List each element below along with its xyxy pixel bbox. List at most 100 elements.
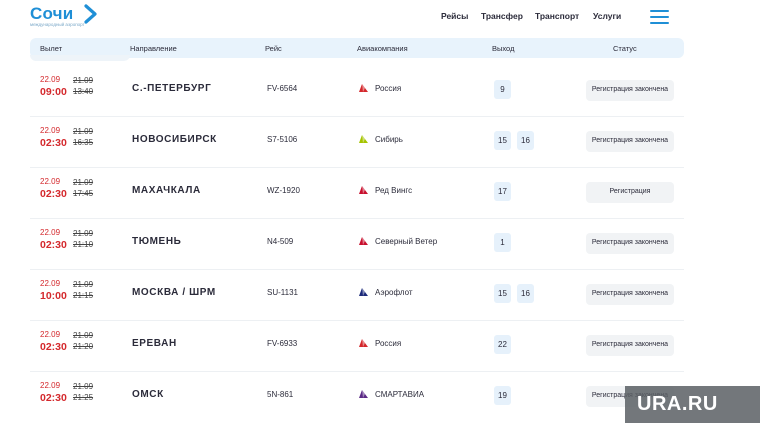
destination[interactable]: НОВОСИБИРСК: [132, 134, 217, 145]
nav-flights-link[interactable]: Рейсы: [441, 11, 468, 21]
old-departure-date: 21.09: [73, 178, 94, 187]
gate-badge[interactable]: 9: [494, 80, 511, 99]
flight-number[interactable]: WZ-1920: [267, 186, 300, 195]
new-departure-time: 02:30: [40, 137, 67, 149]
gate-badge[interactable]: 16: [517, 284, 534, 303]
old-departure-time: 21:10: [73, 240, 94, 249]
table-row[interactable]: 22.09 02:30 21.09 21:20 ЕРЕВАН FV-6933 Р…: [30, 321, 684, 372]
airline-name: Ред Вингс: [375, 186, 413, 195]
table-row[interactable]: 22.09 10:00 21.09 21:15 МОСКВА / ШРМ SU-…: [30, 270, 684, 321]
new-departure-date: 22.09: [40, 75, 61, 84]
column-header-departure: Вылет: [40, 44, 63, 53]
airline-logo-icon: [359, 288, 368, 296]
status-badge: Регистрация закончена: [586, 233, 674, 254]
nav-transport-link[interactable]: Транспорт: [535, 11, 579, 21]
table-row[interactable]: 22.09 02:30 21.09 17:45 МАХАЧКАЛА WZ-192…: [30, 168, 684, 219]
airline-name: Сибирь: [375, 135, 403, 144]
airline-logo-icon: [359, 135, 368, 143]
new-departure-time: 02:30: [40, 239, 67, 251]
new-departure-time: 02:30: [40, 392, 67, 404]
gate-badge[interactable]: 19: [494, 386, 511, 405]
gate-badge[interactable]: 16: [517, 131, 534, 150]
old-departure-time: 21:25: [73, 393, 94, 402]
header-tab-edge: [30, 55, 130, 61]
gate-badge[interactable]: 1: [494, 233, 511, 252]
destination[interactable]: ТЮМЕНЬ: [132, 236, 181, 247]
gate-badge[interactable]: 17: [494, 182, 511, 201]
airline: Аэрофлот: [358, 287, 413, 297]
airline: Сибирь: [358, 134, 403, 144]
old-departure-time: 21:20: [73, 342, 94, 351]
new-departure-date: 22.09: [40, 177, 61, 186]
logo-text: Сочи: [30, 4, 74, 23]
hamburger-menu-icon[interactable]: [650, 10, 669, 24]
airline-name: Россия: [375, 339, 402, 348]
table-row[interactable]: 22.09 02:30 21.09 21:10 ТЮМЕНЬ N4-509 Се…: [30, 219, 684, 270]
status-badge: Регистрация закончена: [586, 131, 674, 152]
old-departure-time: 17:45: [73, 189, 94, 198]
new-departure-date: 22.09: [40, 126, 61, 135]
airline-name: Северный Ветер: [375, 237, 438, 246]
airline: Россия: [358, 338, 401, 348]
status-badge: Регистрация закончена: [586, 335, 674, 356]
table-row[interactable]: 22.09 02:30 21.09 21:25 ОМСК 5N-861 СМАР…: [30, 372, 684, 423]
watermark-text: URA.RU: [637, 393, 718, 415]
airline: Северный Ветер: [358, 236, 437, 246]
logo-subtitle: международный аэропорт: [30, 22, 85, 27]
airline-name: Россия: [375, 84, 402, 93]
new-departure-date: 22.09: [40, 330, 61, 339]
flight-number[interactable]: N4-509: [267, 237, 293, 246]
old-departure-time: 16:35: [73, 138, 94, 147]
status-badge: Регистрация: [586, 182, 674, 203]
logo-arrow-icon: [84, 4, 97, 24]
airline-logo-icon: [359, 339, 368, 347]
new-departure-date: 22.09: [40, 228, 61, 237]
old-departure-date: 21.09: [73, 331, 94, 340]
new-departure-time: 09:00: [40, 86, 67, 98]
new-departure-date: 22.09: [40, 279, 61, 288]
column-header-flight: Рейс: [265, 44, 282, 53]
airline: СМАРТАВИА: [358, 389, 424, 399]
sochi-airport-logo[interactable]: Сочи международный аэропорт: [30, 3, 110, 35]
ura-ru-watermark: URA.RU: [625, 386, 760, 423]
flight-number[interactable]: S7-5106: [267, 135, 297, 144]
airline-name: СМАРТАВИА: [375, 390, 425, 399]
flight-number[interactable]: SU-1131: [267, 288, 298, 297]
destination[interactable]: С.-ПЕТЕРБУРГ: [132, 83, 211, 94]
new-departure-date: 22.09: [40, 381, 61, 390]
table-row[interactable]: 22.09 09:00 21.09 13:40 С.-ПЕТЕРБУРГ FV-…: [30, 66, 684, 117]
old-departure-time: 21:15: [73, 291, 94, 300]
flight-number[interactable]: FV-6564: [267, 84, 297, 93]
old-departure-date: 21.09: [73, 382, 94, 391]
flight-number[interactable]: 5N-861: [267, 390, 293, 399]
status-badge: Регистрация закончена: [586, 284, 674, 305]
old-departure-date: 21.09: [73, 127, 94, 136]
airline-logo-icon: [359, 84, 368, 92]
airline-logo-icon: [359, 186, 368, 194]
airline-logo-icon: [359, 390, 368, 398]
old-departure-date: 21.09: [73, 280, 94, 289]
column-header-status: Статус: [613, 44, 637, 53]
gate-badge[interactable]: 22: [494, 335, 511, 354]
destination[interactable]: ОМСК: [132, 389, 164, 400]
nav-transfer-link[interactable]: Трансфер: [481, 11, 523, 21]
old-departure-time: 13:40: [73, 87, 94, 96]
top-navigation-bar: Сочи международный аэропорт Рейсы Трансф…: [0, 0, 760, 36]
destination[interactable]: МАХАЧКАЛА: [132, 185, 201, 196]
gate-badge[interactable]: 15: [494, 284, 511, 303]
nav-services-link[interactable]: Услуги: [593, 11, 621, 21]
column-header-gate: Выход: [492, 44, 515, 53]
destination[interactable]: МОСКВА / ШРМ: [132, 287, 216, 298]
flight-number[interactable]: FV-6933: [267, 339, 297, 348]
table-row[interactable]: 22.09 02:30 21.09 16:35 НОВОСИБИРСК S7-5…: [30, 117, 684, 168]
column-header-destination: Направление: [130, 44, 177, 53]
column-header-airline: Авиакомпания: [357, 44, 408, 53]
destination[interactable]: ЕРЕВАН: [132, 338, 177, 349]
airline-name: Аэрофлот: [375, 288, 413, 297]
old-departure-date: 21.09: [73, 76, 94, 85]
airline: Россия: [358, 83, 401, 93]
status-badge: Регистрация закончена: [586, 80, 674, 101]
new-departure-time: 02:30: [40, 188, 67, 200]
gate-badge[interactable]: 15: [494, 131, 511, 150]
old-departure-date: 21.09: [73, 229, 94, 238]
